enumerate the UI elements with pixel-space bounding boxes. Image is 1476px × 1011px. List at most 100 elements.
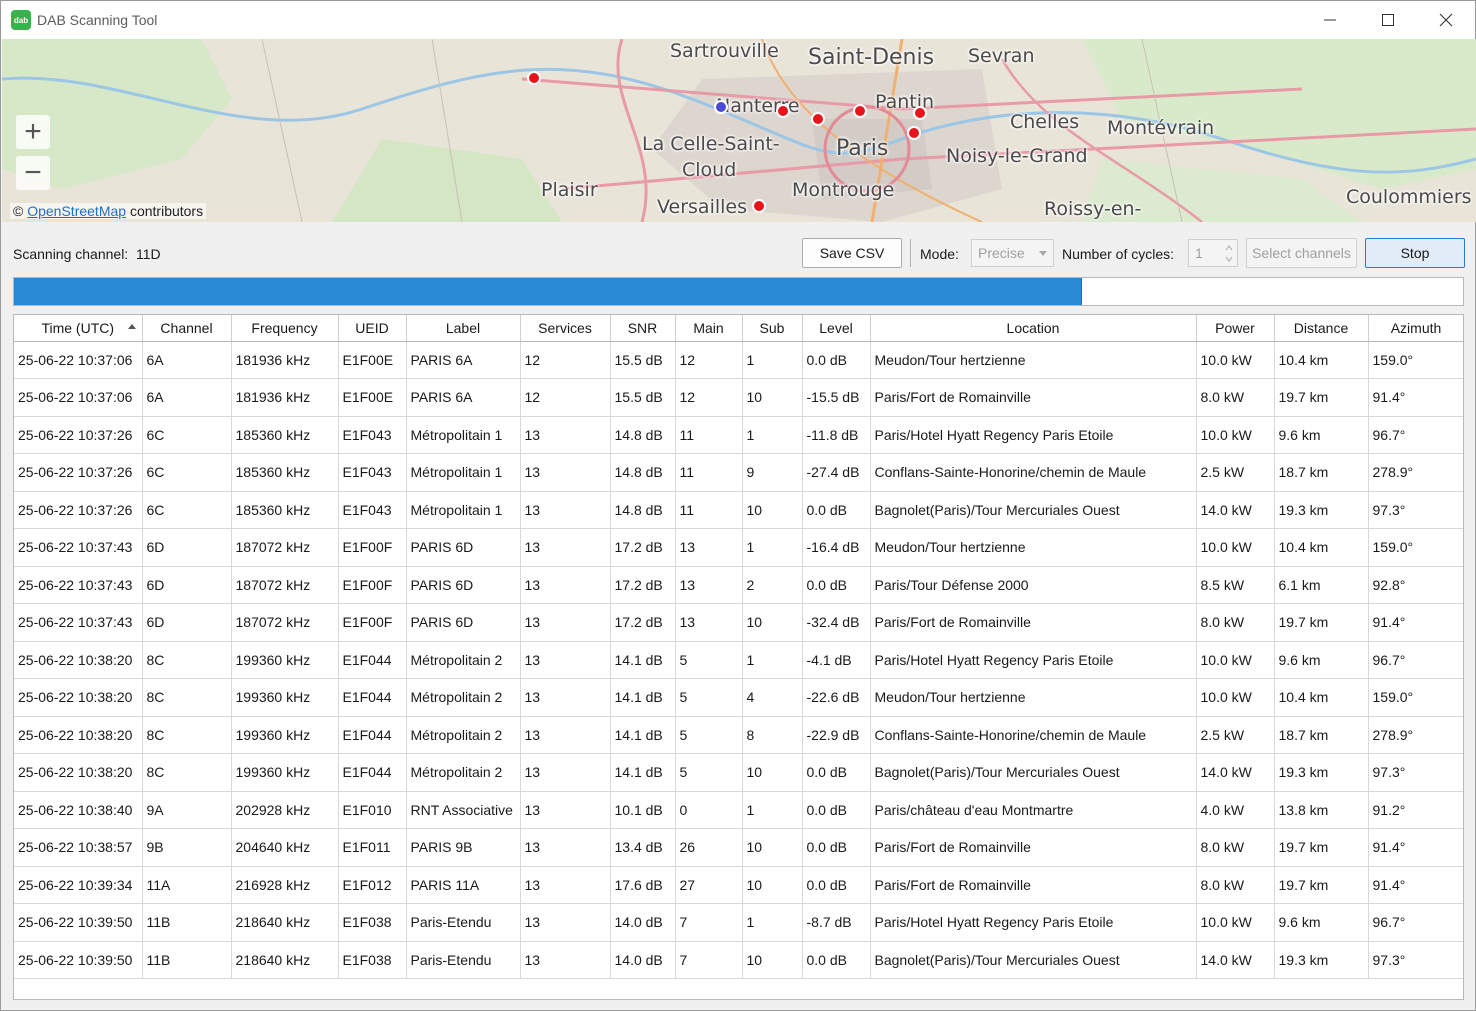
column-header-label: Label xyxy=(445,319,481,336)
table-row[interactable]: 25-06-22 10:39:50 11B 218640 kHz E1F038 Pari… xyxy=(14,903,1463,942)
table-row[interactable]: 25-06-22 10:38:57 9B 204640 kHz E1F011 PARIS… xyxy=(14,828,1463,867)
table-cell: 13 xyxy=(520,866,611,904)
table-row[interactable]: 25-06-22 10:37:43 6D 187072 kHz E1F00F PARIS… xyxy=(14,528,1463,567)
minimize-icon xyxy=(1324,19,1336,21)
column-header-label: Time (UTC) xyxy=(41,319,115,336)
table-cell: 14.1 dB xyxy=(610,678,676,717)
table-row[interactable]: 25-06-22 10:37:43 6D 187072 kHz E1F00F PARIS… xyxy=(14,603,1463,642)
column-header[interactable]: Channel xyxy=(142,315,232,342)
table-row[interactable]: 25-06-22 10:37:06 6A 181936 kHz E1F00E PARIS… xyxy=(14,341,1463,379)
transmitter-marker[interactable] xyxy=(811,112,825,126)
column-header[interactable]: Power xyxy=(1196,315,1275,342)
column-header-label: Sub xyxy=(759,319,785,336)
table-cell: -27.4 dB xyxy=(802,453,871,492)
table-cell: 4 xyxy=(742,678,803,717)
table-cell: 13 xyxy=(675,566,743,604)
transmitter-marker[interactable] xyxy=(853,104,867,118)
table-row[interactable]: 25-06-22 10:38:20 8C 199360 kHz E1F044 Métro… xyxy=(14,641,1463,679)
table-cell: 13 xyxy=(520,641,611,679)
table-cell: 12 xyxy=(520,341,611,379)
table-cell: E1F00F xyxy=(338,528,407,567)
results-table[interactable]: Time (UTC) Channel Frequency UEID Label Servi… xyxy=(13,314,1464,1000)
table-cell: 25-06-22 10:37:43 xyxy=(14,566,143,604)
table-cell: 8.0 kW xyxy=(1196,828,1275,867)
column-header[interactable]: Label xyxy=(406,315,521,342)
table-cell: 7 xyxy=(675,903,743,942)
map-view[interactable]: Sartrouville Saint-Denis Sevran Nanterre… xyxy=(2,39,1476,222)
close-button[interactable] xyxy=(1417,1,1475,39)
table-row[interactable]: 25-06-22 10:37:26 6C 185360 kHz E1F043 Métro… xyxy=(14,453,1463,492)
select-channels-button[interactable]: Select channels xyxy=(1246,238,1357,268)
sort-ascending-icon xyxy=(127,324,136,329)
table-cell: 2 xyxy=(742,566,803,604)
spin-down-icon[interactable] xyxy=(1223,253,1235,265)
table-row[interactable]: 25-06-22 10:37:26 6C 185360 kHz E1F043 Métro… xyxy=(14,416,1463,454)
save-csv-button[interactable]: Save CSV xyxy=(802,238,902,268)
stop-button[interactable]: Stop xyxy=(1365,238,1465,268)
transmitter-marker[interactable] xyxy=(907,126,921,140)
column-header[interactable]: Distance xyxy=(1274,315,1369,342)
column-header[interactable]: Time (UTC) xyxy=(14,315,143,342)
table-cell: Paris/Fort de Romainville xyxy=(870,828,1197,867)
transmitter-marker[interactable] xyxy=(913,106,927,120)
table-row[interactable]: 25-06-22 10:38:20 8C 199360 kHz E1F044 Métro… xyxy=(14,716,1463,754)
table-cell: 96.7° xyxy=(1368,903,1463,942)
column-header[interactable]: Frequency xyxy=(231,315,339,342)
table-cell: -8.7 dB xyxy=(802,903,871,942)
table-cell: 2.5 kW xyxy=(1196,716,1275,754)
table-cell: 14.1 dB xyxy=(610,753,676,792)
zoom-out-button[interactable]: − xyxy=(16,156,50,190)
column-header[interactable]: Location xyxy=(870,315,1197,342)
column-header-label: SNR xyxy=(627,319,658,336)
table-cell: Métropolitain 1 xyxy=(406,453,521,492)
column-header-label: Distance xyxy=(1293,319,1349,336)
table-row[interactable]: 25-06-22 10:39:50 11B 218640 kHz E1F038 Pari… xyxy=(14,941,1463,979)
table-cell: Métropolitain 1 xyxy=(406,416,521,454)
cycles-spinbox[interactable]: 1 xyxy=(1188,239,1238,267)
column-header[interactable]: Services xyxy=(520,315,611,342)
table-row[interactable]: 25-06-22 10:38:20 8C 199360 kHz E1F044 Métro… xyxy=(14,753,1463,792)
title-bar: dab DAB Scanning Tool xyxy=(1,1,1475,39)
map-label-noisy: Noisy-le-Grand xyxy=(946,145,1088,167)
transmitter-marker[interactable] xyxy=(776,104,790,118)
table-cell: 218640 kHz xyxy=(231,903,339,942)
table-cell: 14.0 kW xyxy=(1196,491,1275,529)
table-cell: 10.0 kW xyxy=(1196,341,1275,379)
table-row[interactable]: 25-06-22 10:39:34 11A 216928 kHz E1F012 PARI… xyxy=(14,866,1463,904)
column-header[interactable]: Sub xyxy=(742,315,803,342)
table-cell: 187072 kHz xyxy=(231,528,339,567)
table-header: Time (UTC) Channel Frequency UEID Label Servi… xyxy=(14,315,1463,342)
table-row[interactable]: 25-06-22 10:38:40 9A 202928 kHz E1F010 RNT A… xyxy=(14,791,1463,829)
table-row[interactable]: 25-06-22 10:37:43 6D 187072 kHz E1F00F PARIS… xyxy=(14,566,1463,604)
zoom-in-button[interactable]: + xyxy=(16,115,50,149)
map-label-montrouge: Montrouge xyxy=(792,179,895,201)
transmitter-marker[interactable] xyxy=(752,199,766,213)
openstreetmap-link[interactable]: OpenStreetMap xyxy=(27,203,126,219)
table-cell: 97.3° xyxy=(1368,491,1463,529)
table-row[interactable]: 25-06-22 10:37:26 6C 185360 kHz E1F043 Métro… xyxy=(14,491,1463,529)
transmitter-marker[interactable] xyxy=(527,71,541,85)
column-header[interactable]: Azimuth xyxy=(1368,315,1463,342)
mode-select[interactable]: Precise xyxy=(971,239,1054,267)
minimize-button[interactable] xyxy=(1301,1,1359,39)
table-cell: 13 xyxy=(520,566,611,604)
column-header[interactable]: Level xyxy=(802,315,871,342)
table-row[interactable]: 25-06-22 10:38:20 8C 199360 kHz E1F044 Métro… xyxy=(14,678,1463,717)
column-header[interactable]: Main xyxy=(675,315,743,342)
table-cell: 14.0 dB xyxy=(610,903,676,942)
receiver-marker[interactable] xyxy=(714,100,728,114)
table-cell: 19.3 km xyxy=(1274,941,1369,979)
column-header[interactable]: SNR xyxy=(610,315,676,342)
table-cell: 0.0 dB xyxy=(802,866,871,904)
column-header[interactable]: UEID xyxy=(338,315,407,342)
table-cell: PARIS 11A xyxy=(406,866,521,904)
scan-progress-bar xyxy=(13,277,1464,306)
table-cell: 25-06-22 10:37:43 xyxy=(14,603,143,642)
table-cell: 8C xyxy=(142,641,232,679)
table-cell: Paris/Hotel Hyatt Regency Paris Etoile xyxy=(870,903,1197,942)
table-cell: -32.4 dB xyxy=(802,603,871,642)
table-cell: 8C xyxy=(142,678,232,717)
table-row[interactable]: 25-06-22 10:37:06 6A 181936 kHz E1F00E PARIS… xyxy=(14,378,1463,417)
table-cell: 25-06-22 10:37:26 xyxy=(14,453,143,492)
maximize-button[interactable] xyxy=(1359,1,1417,39)
